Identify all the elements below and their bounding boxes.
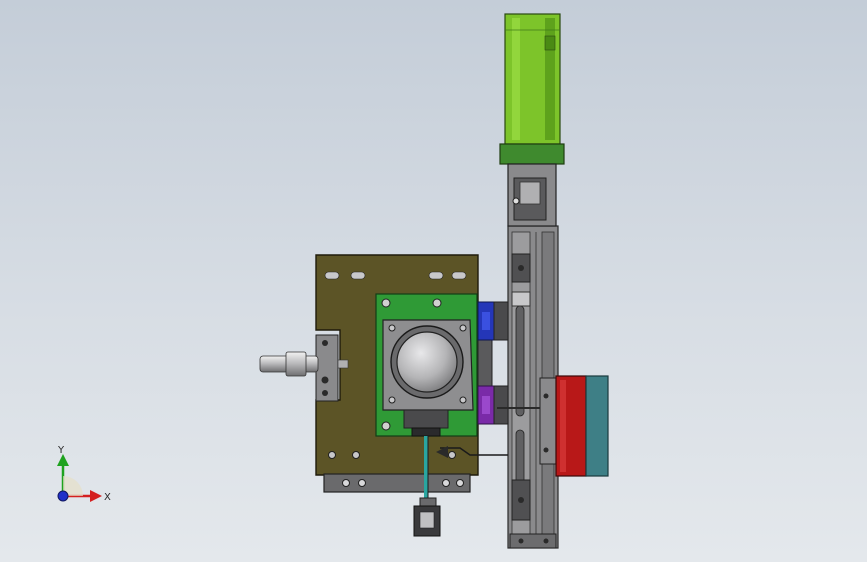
cad-assembly-drawing: Y X xyxy=(57,13,609,549)
sensor-lens xyxy=(396,331,458,393)
bracket-bolt xyxy=(342,479,350,487)
block-carrier xyxy=(493,301,509,341)
mount-bolt xyxy=(543,393,549,399)
pcb-screw xyxy=(381,421,391,431)
plate-link xyxy=(477,339,493,387)
motor-highlight xyxy=(512,18,520,140)
plate-slot xyxy=(451,271,467,280)
block-carrier xyxy=(493,385,509,425)
blue-block-face xyxy=(482,312,490,330)
mount-bolt xyxy=(543,447,549,453)
z-axis-dot xyxy=(57,490,69,502)
housing-screw xyxy=(459,396,467,404)
clamp-bolt xyxy=(322,390,328,396)
shaft-collar xyxy=(285,351,307,377)
housing-screw xyxy=(388,396,396,404)
sensor-module xyxy=(375,293,478,437)
plate-bolt xyxy=(352,451,360,459)
stepper-motor xyxy=(499,13,565,227)
bracket-bolt xyxy=(456,479,464,487)
shaft-tip xyxy=(337,359,349,369)
x-axis-arrow xyxy=(90,490,102,502)
red-side-motor xyxy=(539,375,609,477)
rail-bracket xyxy=(511,291,531,307)
rail-bolt xyxy=(518,538,524,544)
plate-slot xyxy=(324,271,340,280)
plate-bolt xyxy=(328,451,336,459)
housing-screw xyxy=(388,324,396,332)
horizontal-shaft xyxy=(259,334,349,402)
bracket-bolt xyxy=(358,479,366,487)
bracket-bolt xyxy=(442,479,450,487)
pcb-screw xyxy=(381,298,391,308)
motor-band xyxy=(499,143,565,165)
gland-nut xyxy=(411,427,441,437)
x-axis-label: X xyxy=(104,492,111,503)
cad-viewport[interactable]: Y X xyxy=(0,0,867,562)
rail-bolt xyxy=(518,265,524,271)
coordinate-triad: Y X xyxy=(57,445,111,503)
rail-bolt xyxy=(543,538,549,544)
rail-bolt xyxy=(518,497,524,503)
pcb-screw xyxy=(432,298,442,308)
coupler xyxy=(519,181,541,205)
clamp-bolt xyxy=(321,376,329,384)
motor-notch xyxy=(544,35,556,51)
side-motor-cap xyxy=(585,375,609,477)
housing-screw xyxy=(459,324,467,332)
cable-gland xyxy=(403,409,449,429)
y-axis-label: Y xyxy=(57,445,65,456)
coupler-bolt xyxy=(512,197,520,205)
plate-bolt xyxy=(448,451,456,459)
connector-pins xyxy=(419,511,435,529)
side-motor-highlight xyxy=(560,380,566,472)
purple-block-face xyxy=(482,396,490,414)
rail-slot xyxy=(515,305,525,417)
clamp-bolt xyxy=(322,340,328,346)
plate-slot xyxy=(428,271,444,280)
plate-slot xyxy=(350,271,366,280)
frame-foot xyxy=(509,533,557,549)
